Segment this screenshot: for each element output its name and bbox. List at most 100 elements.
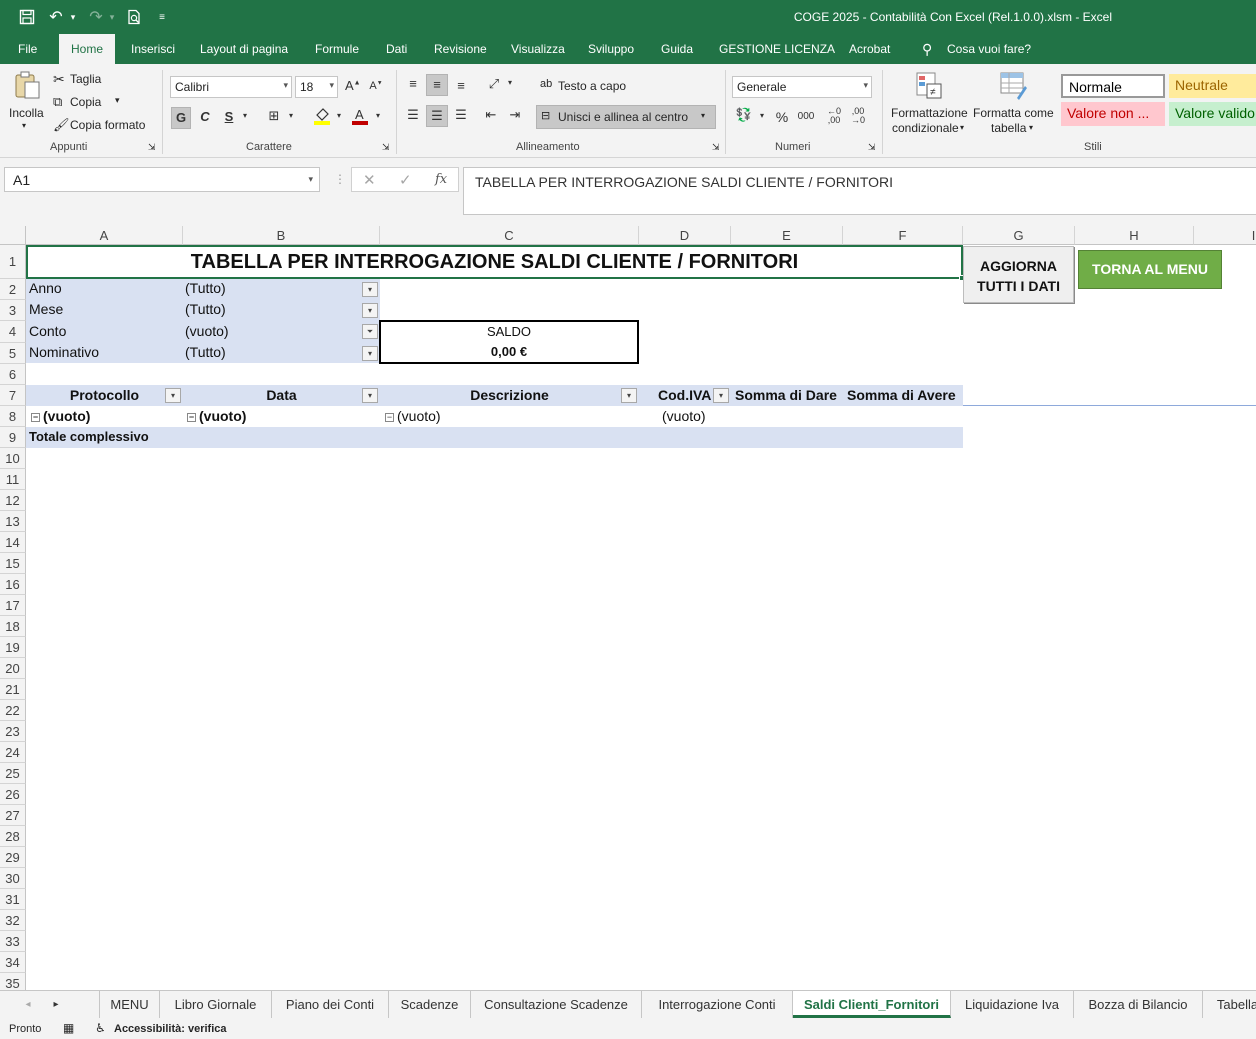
row-header[interactable]: 14 bbox=[0, 532, 26, 553]
conditional-format-icon[interactable]: ≠ bbox=[913, 70, 945, 102]
accessibility-status[interactable]: Accessibilità: verifica bbox=[114, 1023, 227, 1035]
increase-indent-icon[interactable]: ⇥ bbox=[506, 107, 524, 123]
column-header[interactable]: F bbox=[843, 226, 963, 245]
row-header[interactable]: 25 bbox=[0, 763, 26, 784]
tab-revisione[interactable]: Revisione bbox=[434, 34, 487, 64]
dialog-launcher-icon[interactable]: ⇲ bbox=[148, 142, 156, 153]
dialog-launcher-icon[interactable]: ⇲ bbox=[868, 142, 876, 153]
row-header[interactable]: 31 bbox=[0, 889, 26, 910]
insert-function-icon[interactable]: fx bbox=[435, 172, 447, 187]
sheet-tab-libro-giornale[interactable]: Libro Giornale bbox=[160, 991, 272, 1018]
pivot-filter-dropdown-icon[interactable]: ▾ bbox=[621, 388, 637, 403]
style-neutrale[interactable]: Neutrale bbox=[1169, 74, 1256, 98]
filter-value[interactable]: (vuoto) bbox=[185, 323, 229, 339]
dialog-launcher-icon[interactable]: ⇲ bbox=[382, 142, 390, 153]
font-name-combo[interactable]: Calibri ▾ bbox=[170, 76, 292, 98]
row-header[interactable]: 20 bbox=[0, 658, 26, 679]
refresh-all-button[interactable]: AGGIORNA TUTTI I DATI bbox=[963, 246, 1074, 303]
align-center-icon[interactable]: ☰ bbox=[426, 105, 448, 127]
percent-button[interactable]: % bbox=[774, 109, 790, 125]
name-box[interactable]: A1 ▾ bbox=[4, 167, 320, 192]
copy-button[interactable]: Copia bbox=[70, 95, 101, 109]
accessibility-icon[interactable]: ♿ bbox=[95, 1021, 106, 1035]
scroll-tabs-left-icon[interactable]: ◂ bbox=[18, 991, 38, 1018]
pivot-filter-dropdown-icon[interactable]: ▾ bbox=[713, 388, 729, 403]
row-header[interactable]: 34 bbox=[0, 952, 26, 973]
align-right-icon[interactable]: ☰ bbox=[452, 107, 470, 123]
style-valore-non-valido[interactable]: Valore non ... bbox=[1061, 102, 1165, 126]
tab-sviluppo[interactable]: Sviluppo bbox=[588, 34, 634, 64]
tab-home[interactable]: Home bbox=[59, 34, 116, 64]
row-header[interactable]: 9 bbox=[0, 427, 26, 448]
wrap-text-button[interactable]: Testo a capo bbox=[558, 79, 626, 93]
column-header[interactable]: H bbox=[1075, 226, 1194, 245]
increase-decimal-icon[interactable]: ←0,00 bbox=[825, 107, 843, 125]
paste-dropdown-icon[interactable]: ▾ bbox=[22, 121, 26, 130]
row-header[interactable]: 3 bbox=[0, 300, 26, 321]
format-as-table-button[interactable]: Formatta come bbox=[973, 106, 1054, 120]
row-header[interactable]: 26 bbox=[0, 784, 26, 805]
print-preview-icon[interactable] bbox=[125, 7, 143, 27]
borders-icon[interactable]: ⊞ bbox=[265, 108, 283, 124]
formula-input[interactable]: TABELLA PER INTERROGAZIONE SALDI CLIENTE… bbox=[463, 167, 1256, 215]
tab-visualizza[interactable]: Visualizza bbox=[511, 34, 565, 64]
filter-dropdown-icon[interactable]: ▾ bbox=[362, 303, 378, 318]
row-header[interactable]: 19 bbox=[0, 637, 26, 658]
conditional-dropdown-icon[interactable]: ▾ bbox=[960, 123, 964, 132]
row-header[interactable]: 7 bbox=[0, 385, 26, 406]
row-header[interactable]: 27 bbox=[0, 805, 26, 826]
collapse-icon[interactable]: − bbox=[385, 413, 394, 422]
filter-value[interactable]: (Tutto) bbox=[185, 280, 226, 296]
tell-me-input[interactable]: Cosa vuoi fare? bbox=[947, 34, 1031, 64]
row-header[interactable]: 24 bbox=[0, 742, 26, 763]
column-header[interactable]: I bbox=[1194, 226, 1256, 245]
sheet-tab-interrogazione-conti[interactable]: Interrogazione Conti bbox=[642, 991, 793, 1018]
redo-dropdown-icon[interactable]: ▾ bbox=[107, 7, 117, 27]
filter-value[interactable]: (Tutto) bbox=[185, 301, 226, 317]
tab-gestione-licenza[interactable]: GESTIONE LICENZA bbox=[719, 34, 835, 64]
sheet-tab-tabella[interactable]: Tabella bbox=[1203, 991, 1256, 1018]
confirm-entry-icon[interactable]: ✓ bbox=[399, 171, 412, 189]
column-header[interactable]: B bbox=[183, 226, 380, 245]
row-header[interactable]: 1 bbox=[0, 245, 26, 279]
pivot-row-data[interactable]: − (vuoto) bbox=[187, 408, 246, 424]
row-header[interactable]: 10 bbox=[0, 448, 26, 469]
sheet-tab-liquidazione-iva[interactable]: Liquidazione Iva bbox=[951, 991, 1074, 1018]
tab-guida[interactable]: Guida bbox=[661, 34, 693, 64]
decrease-font-icon[interactable]: A▼ bbox=[369, 80, 383, 92]
thousands-button[interactable]: 000 bbox=[797, 111, 815, 122]
column-header[interactable]: D bbox=[639, 226, 731, 245]
row-header[interactable]: 4 bbox=[0, 321, 26, 343]
row-header[interactable]: 2 bbox=[0, 279, 26, 300]
row-header[interactable]: 22 bbox=[0, 700, 26, 721]
column-header[interactable]: C bbox=[380, 226, 639, 245]
style-normale[interactable]: Normale bbox=[1061, 74, 1165, 98]
pivot-row-descrizione[interactable]: − (vuoto) bbox=[385, 408, 441, 424]
font-color-dropdown-icon[interactable]: ▾ bbox=[373, 111, 383, 120]
paste-icon[interactable] bbox=[10, 70, 44, 100]
row-header[interactable]: 8 bbox=[0, 406, 26, 427]
macro-record-icon[interactable]: ▦ bbox=[63, 1021, 74, 1035]
sheet-tab-consultazione-scadenze[interactable]: Consultazione Scadenze bbox=[471, 991, 642, 1018]
underline-dropdown-icon[interactable]: ▾ bbox=[240, 111, 250, 120]
italic-button[interactable]: C bbox=[196, 109, 214, 124]
format-as-table-icon[interactable] bbox=[997, 70, 1029, 102]
row-header[interactable]: 6 bbox=[0, 364, 26, 385]
back-to-menu-button[interactable]: TORNA AL MENU bbox=[1078, 250, 1222, 289]
font-size-combo[interactable]: 18 ▾ bbox=[295, 76, 338, 98]
sheet-tab-saldi-clienti-fornitori[interactable]: Saldi Clienti_Fornitori bbox=[793, 991, 951, 1018]
underline-button[interactable]: S bbox=[220, 109, 238, 124]
customize-qat-icon[interactable]: ≡ bbox=[155, 7, 169, 27]
tab-formule[interactable]: Formule bbox=[315, 34, 359, 64]
merge-dropdown-icon[interactable]: ▾ bbox=[701, 111, 705, 120]
filter-dropdown-icon[interactable]: ▾ bbox=[362, 282, 378, 297]
row-header[interactable]: 32 bbox=[0, 910, 26, 931]
filter-dropdown-icon[interactable]: ▾ bbox=[362, 346, 378, 361]
sheet-tab-piano-conti[interactable]: Piano dei Conti bbox=[272, 991, 389, 1018]
align-left-icon[interactable]: ☰ bbox=[404, 107, 422, 123]
sheet-title-cell[interactable]: TABELLA PER INTERROGAZIONE SALDI CLIENTE… bbox=[26, 245, 963, 279]
copy-dropdown-icon[interactable]: ▾ bbox=[115, 95, 120, 106]
conditional-format-button[interactable]: Formattazione bbox=[891, 106, 968, 120]
accounting-dropdown-icon[interactable]: ▾ bbox=[757, 111, 767, 120]
row-header[interactable]: 5 bbox=[0, 343, 26, 364]
